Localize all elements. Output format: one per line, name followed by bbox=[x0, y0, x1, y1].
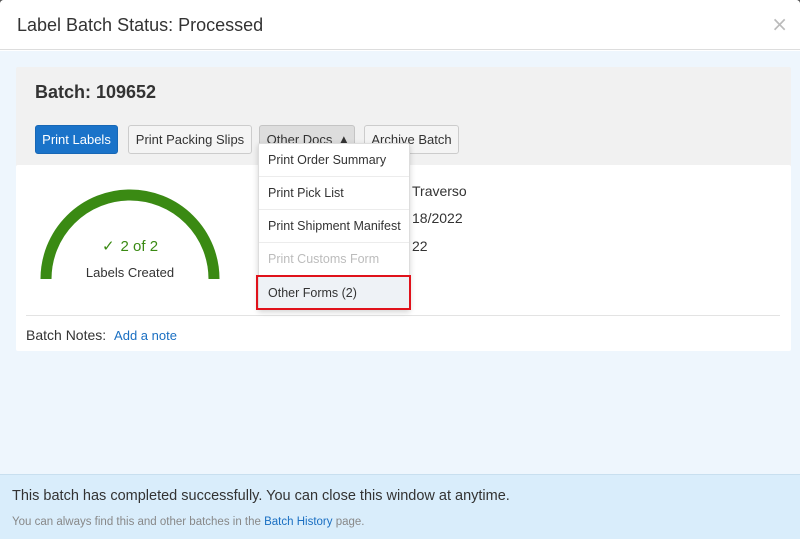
modal-title: Label Batch Status: Processed bbox=[17, 15, 264, 35]
gauge-caption: Labels Created bbox=[85, 265, 175, 280]
add-note-link[interactable]: Add a note bbox=[114, 328, 177, 343]
menu-item-print-shipment-manifest[interactable]: Print Shipment Manifest bbox=[259, 210, 409, 243]
footer-hint-prefix: You can always find this and other batch… bbox=[12, 516, 265, 528]
footer-hint-suffix: page. bbox=[332, 516, 365, 528]
menu-item-other-forms[interactable]: Other Forms (2) bbox=[259, 276, 409, 309]
batch-history-link[interactable]: Batch History bbox=[264, 516, 332, 528]
batch-status-modal: Label Batch Status: Processed × Batch: 1… bbox=[0, 0, 800, 539]
batch-info-date: 18/2022 bbox=[412, 210, 463, 226]
print-labels-button[interactable]: Print Labels bbox=[35, 125, 118, 154]
batch-info-user: Traverso bbox=[412, 183, 467, 199]
menu-item-print-order-summary[interactable]: Print Order Summary bbox=[259, 144, 409, 177]
batch-notes-label: Batch Notes: bbox=[26, 327, 107, 343]
menu-item-print-customs-form: Print Customs Form bbox=[259, 243, 409, 276]
footer-hint: You can always find this and other batch… bbox=[12, 516, 364, 528]
print-packing-slips-button[interactable]: Print Packing Slips bbox=[128, 125, 252, 154]
batch-notes: Batch Notes: Add a note bbox=[26, 327, 177, 343]
gauge-count-text: 2 of 2 bbox=[120, 238, 159, 255]
menu-item-print-pick-list[interactable]: Print Pick List bbox=[259, 177, 409, 210]
modal-footer: This batch has completed successfully. Y… bbox=[0, 474, 800, 539]
gauge-count: ✓ 2 of 2 bbox=[38, 237, 222, 255]
batch-title: Batch: 109652 bbox=[35, 82, 157, 102]
labels-gauge: ✓ 2 of 2 Labels Created bbox=[38, 187, 222, 287]
footer-message: This batch has completed successfully. Y… bbox=[12, 488, 510, 504]
close-icon[interactable]: × bbox=[771, 12, 788, 36]
check-icon: ✓ bbox=[101, 237, 115, 255]
modal-header: Label Batch Status: Processed × bbox=[0, 0, 800, 50]
divider bbox=[26, 315, 780, 316]
other-docs-dropdown: Print Order Summary Print Pick List Prin… bbox=[258, 143, 410, 310]
batch-info-count: 22 bbox=[412, 238, 428, 254]
